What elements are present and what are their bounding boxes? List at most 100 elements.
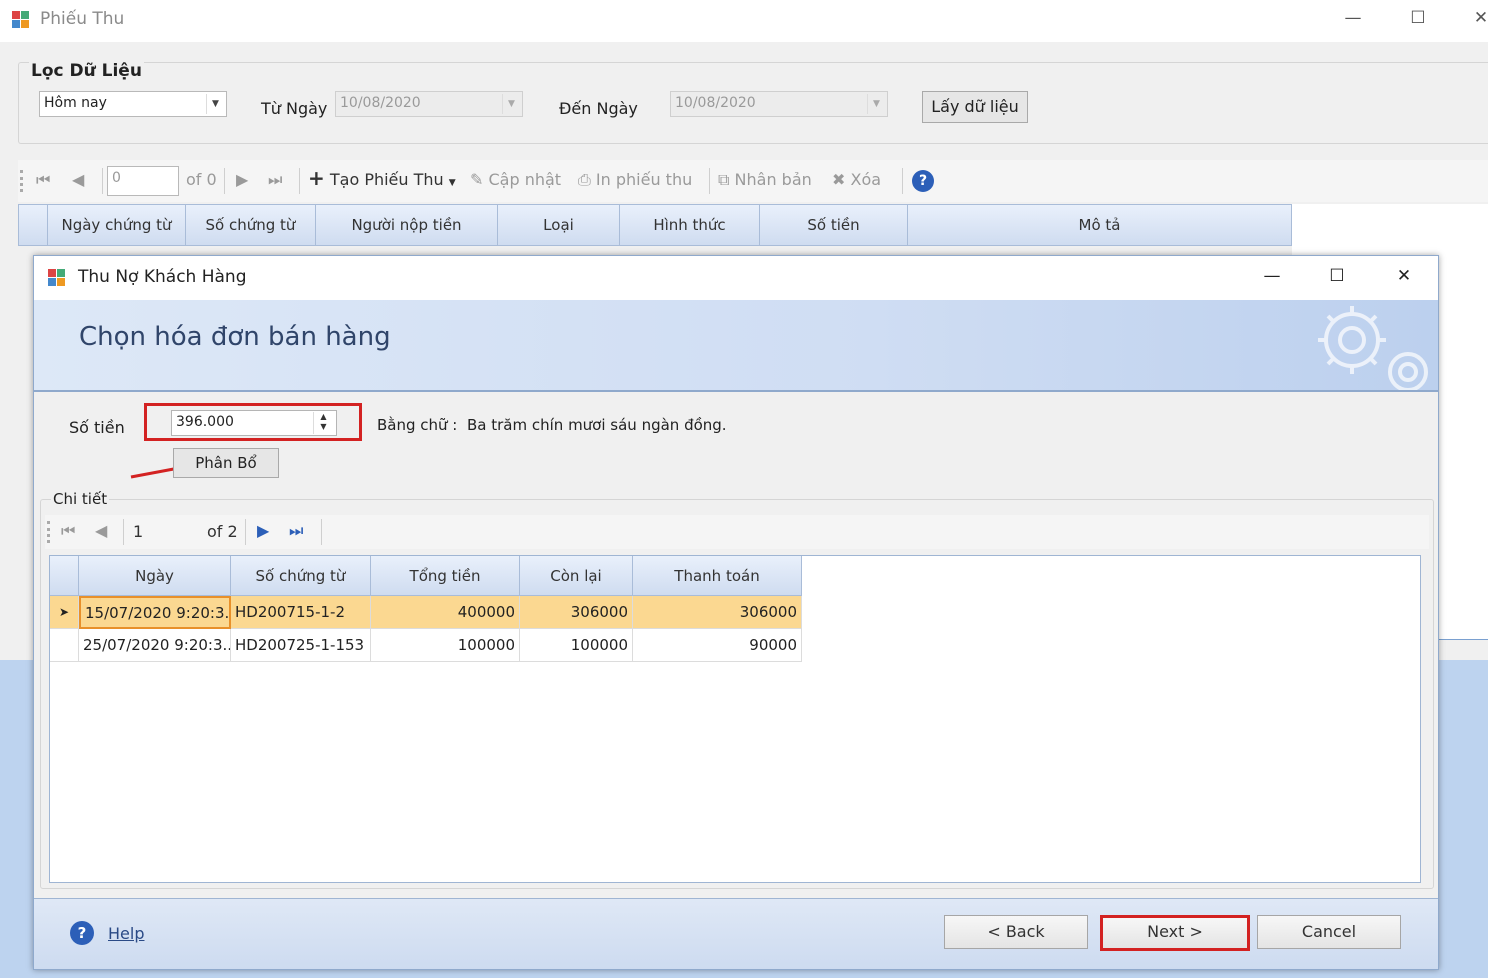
wizard-step-title: Chọn hóa đơn bán hàng — [79, 322, 391, 352]
pencil-icon: ✎ — [470, 170, 484, 189]
help-link[interactable]: Help — [108, 924, 144, 943]
column-header[interactable]: Người nộp tiền — [316, 204, 498, 246]
amount-value: 396.000 — [176, 414, 234, 430]
prev-record-icon[interactable]: ◀ — [72, 170, 84, 189]
fetch-data-button[interactable]: Lấy dữ liệu — [922, 91, 1028, 123]
detail-group: Chi tiết ⏮ ◀ 1 of 2 ▶ ⏭ Ngày Số chứng từ… — [40, 490, 1434, 889]
separator — [709, 168, 710, 194]
dialog-titlebar: Thu Nợ Khách Hàng — ☐ ✕ — [34, 256, 1438, 300]
next-button[interactable]: Next > — [1103, 918, 1247, 948]
to-date-value: 10/08/2020 — [675, 95, 756, 111]
printer-icon: ⎙ — [578, 170, 591, 189]
from-date-label: Từ Ngày — [261, 99, 328, 118]
column-header[interactable]: Loại — [498, 204, 620, 246]
column-header[interactable]: Ngày — [79, 556, 231, 596]
chevron-down-icon[interactable]: ▼ — [502, 94, 520, 114]
duplicate-button[interactable]: ⧉ Nhân bản — [718, 170, 812, 190]
detail-legend: Chi tiết — [51, 490, 110, 508]
from-date-picker[interactable]: 10/08/2020 ▼ — [335, 91, 523, 117]
doc-number-cell[interactable]: HD200715-1-2 — [231, 596, 371, 629]
amount-highlight: 396.000 ▲ ▼ — [144, 403, 362, 441]
toolbar-grip — [47, 521, 50, 543]
next-record-icon[interactable]: ▶ — [236, 170, 248, 189]
column-header[interactable]: Số chứng từ — [231, 556, 371, 596]
payment-cell[interactable]: 306000 — [633, 596, 802, 629]
app-icon — [12, 11, 30, 29]
receipts-grid-header: Ngày chứng từ Số chứng từ Người nộp tiền… — [18, 204, 1292, 246]
in-words-label: Bằng chữ : — [377, 416, 458, 434]
amount-label: Số tiền — [69, 418, 125, 437]
dialog-title: Thu Nợ Khách Hàng — [78, 267, 247, 287]
cancel-button[interactable]: Cancel — [1257, 915, 1401, 949]
prev-record-icon[interactable]: ◀ — [95, 521, 107, 540]
payment-cell[interactable]: 90000 — [633, 629, 802, 662]
remaining-cell[interactable]: 306000 — [520, 596, 633, 629]
spinner-icon[interactable]: ▲ ▼ — [313, 412, 333, 434]
total-cell[interactable]: 400000 — [371, 596, 520, 629]
to-date-picker[interactable]: 10/08/2020 ▼ — [670, 91, 888, 117]
doc-number-cell[interactable]: HD200725-1-153 — [231, 629, 371, 662]
minimize-icon[interactable]: — — [1257, 266, 1287, 286]
close-icon[interactable]: ✕ — [1466, 8, 1488, 28]
column-header[interactable]: Hình thức — [620, 204, 760, 246]
amount-input[interactable]: 396.000 ▲ ▼ — [171, 410, 337, 436]
column-header[interactable]: Số tiền — [760, 204, 908, 246]
close-icon[interactable]: ✕ — [1389, 266, 1419, 286]
last-record-icon[interactable]: ⏭ — [289, 521, 303, 541]
remaining-cell[interactable]: 100000 — [520, 629, 633, 662]
column-header[interactable]: Mô tả — [908, 204, 1292, 246]
row-indicator-icon: ➤ — [50, 596, 79, 629]
row-indicator — [50, 629, 79, 662]
chevron-down-icon[interactable]: ▼ — [867, 94, 885, 114]
record-count-label: of 0 — [186, 170, 217, 189]
separator — [224, 168, 225, 194]
column-header[interactable]: Số chứng từ — [186, 204, 316, 246]
help-icon[interactable]: ? — [70, 921, 94, 945]
gear-icon — [1318, 306, 1428, 390]
outer-titlebar: Phiếu Thu — ☐ ✕ — [0, 0, 1488, 42]
back-button[interactable]: < Back — [944, 915, 1088, 949]
caret-down-icon: ▼ — [448, 178, 456, 188]
maximize-icon[interactable]: ☐ — [1322, 266, 1352, 286]
from-date-value: 10/08/2020 — [340, 95, 421, 111]
separator — [123, 519, 124, 545]
period-select[interactable]: Hôm nay ▼ — [39, 91, 227, 117]
maximize-icon[interactable]: ☐ — [1403, 8, 1433, 28]
total-cell[interactable]: 100000 — [371, 629, 520, 662]
wizard-banner: Chọn hóa đơn bán hàng — [34, 300, 1438, 392]
record-position-input[interactable]: 0 — [107, 166, 179, 196]
detail-navigator: ⏮ ◀ 1 of 2 ▶ ⏭ — [45, 515, 1429, 549]
date-cell[interactable]: 25/07/2020 9:20:3... — [79, 629, 231, 662]
first-record-icon[interactable]: ⏮ — [36, 170, 50, 190]
toolbar-grip — [20, 170, 23, 192]
column-header[interactable]: Tổng tiền — [371, 556, 520, 596]
record-count-label: of 2 — [207, 522, 238, 541]
minimize-icon[interactable]: — — [1338, 8, 1368, 28]
column-header[interactable]: Còn lại — [520, 556, 633, 596]
main-toolbar: ⏮ ◀ 0 of 0 ▶ ⏭ + Tạo Phiếu Thu ▼ ✎ Cập n… — [18, 160, 1488, 202]
first-record-icon[interactable]: ⏮ — [61, 521, 75, 541]
to-date-label: Đến Ngày — [559, 99, 638, 118]
date-cell[interactable]: 15/07/2020 9:20:3... — [79, 596, 231, 629]
last-record-icon[interactable]: ⏭ — [268, 170, 282, 190]
separator — [102, 168, 103, 194]
column-header[interactable]: Thanh toán — [633, 556, 802, 596]
column-header[interactable]: Ngày chứng từ — [48, 204, 186, 246]
wizard-footer: ? Help < Back Next > Cancel — [34, 898, 1438, 969]
next-record-icon[interactable]: ▶ — [257, 521, 269, 540]
customer-debt-dialog: Thu Nợ Khách Hàng — ☐ ✕ Chọn hóa đơn bán… — [33, 255, 1439, 970]
create-receipt-button[interactable]: + Tạo Phiếu Thu ▼ — [308, 168, 456, 189]
allocate-button[interactable]: Phân Bổ — [173, 448, 279, 478]
period-select-value: Hôm nay — [44, 95, 107, 111]
filter-group: Lọc Dữ Liệu Hôm nay ▼ Từ Ngày 10/08/2020… — [18, 61, 1488, 144]
delete-button[interactable]: ✖ Xóa — [832, 170, 881, 189]
copy-icon: ⧉ — [718, 170, 730, 189]
invoice-grid: Ngày Số chứng từ Tổng tiền Còn lại Thanh… — [49, 555, 1421, 883]
chevron-down-icon[interactable]: ▼ — [206, 94, 224, 114]
filter-legend: Lọc Dữ Liệu — [29, 61, 144, 81]
grid-corner — [18, 204, 48, 246]
update-button[interactable]: ✎ Cập nhật — [470, 170, 561, 189]
record-position-input[interactable]: 1 — [133, 522, 143, 541]
help-circle-icon[interactable]: ? — [912, 170, 934, 192]
print-receipt-button[interactable]: ⎙ In phiếu thu — [578, 170, 692, 190]
